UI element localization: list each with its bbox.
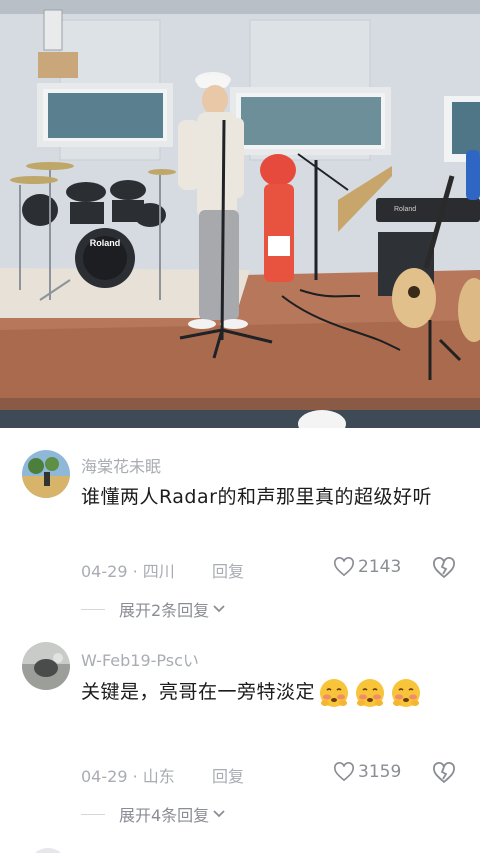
meta-separator: ·: [127, 562, 143, 581]
heart-icon: [334, 762, 354, 782]
comment-date: 04-29: [81, 767, 128, 786]
divider-line: [81, 608, 105, 610]
chevron-down-icon: [213, 810, 225, 818]
like-count: 2143: [358, 557, 402, 577]
photo-avatar-image: [22, 642, 70, 690]
video-player[interactable]: Roland Roland: [0, 0, 480, 428]
comment-location: 四川: [142, 562, 175, 581]
reply-button[interactable]: 回复: [212, 763, 244, 787]
commenter-avatar[interactable]: [22, 642, 70, 690]
expand-replies-button[interactable]: 展开2条回复: [81, 597, 225, 621]
landscape-avatar-image: [22, 450, 70, 498]
broken-heart-icon: [433, 557, 455, 579]
comment-text: 谁懂两人Radar的和声那里真的超级好听: [81, 486, 432, 508]
comment-text-body: 关键是，亮哥在一旁特淡定: [81, 681, 316, 703]
expand-replies-label: 展开4条回复: [119, 806, 210, 825]
shy-face-emoji: [356, 678, 385, 707]
comment-date-location: 04-29 · 山东: [81, 763, 175, 787]
like-button[interactable]: 2143: [333, 557, 401, 577]
comment-date-location: 04-29 · 四川: [81, 558, 175, 582]
emoji-group: [315, 678, 423, 707]
reply-button[interactable]: 回复: [212, 558, 244, 582]
divider-line: [81, 813, 105, 815]
comment-list: 海棠花未眠 谁懂两人Radar的和声那里真的超级好听 04-29 · 四川 回复…: [0, 428, 480, 853]
like-button[interactable]: 3159: [333, 762, 401, 782]
dislike-button[interactable]: [432, 762, 456, 788]
broken-heart-icon: [433, 762, 455, 784]
chevron-down-icon: [213, 605, 225, 613]
heart-icon: [334, 557, 354, 577]
comment-date: 04-29: [81, 562, 128, 581]
expand-replies-button[interactable]: 展开4条回复: [81, 802, 225, 826]
dislike-button[interactable]: [432, 557, 456, 583]
comment-username[interactable]: W-Feb19-Pscい: [81, 647, 199, 671]
shy-face-emoji: [320, 678, 349, 707]
expand-replies-label: 展开2条回复: [119, 601, 210, 620]
shy-face-emoji: [392, 678, 421, 707]
meta-separator: ·: [127, 767, 143, 786]
keyboard-brand-label: Roland: [394, 206, 416, 213]
comment-username[interactable]: 海棠花未眠: [81, 453, 161, 477]
commenter-avatar[interactable]: [22, 450, 70, 498]
comment-text: 关键是，亮哥在一旁特淡定: [81, 675, 466, 710]
comment-location: 山东: [142, 767, 175, 786]
like-count: 3159: [358, 762, 402, 782]
video-frame-illustration: Roland Roland: [0, 0, 480, 428]
drum-brand-label: Roland: [90, 238, 121, 248]
